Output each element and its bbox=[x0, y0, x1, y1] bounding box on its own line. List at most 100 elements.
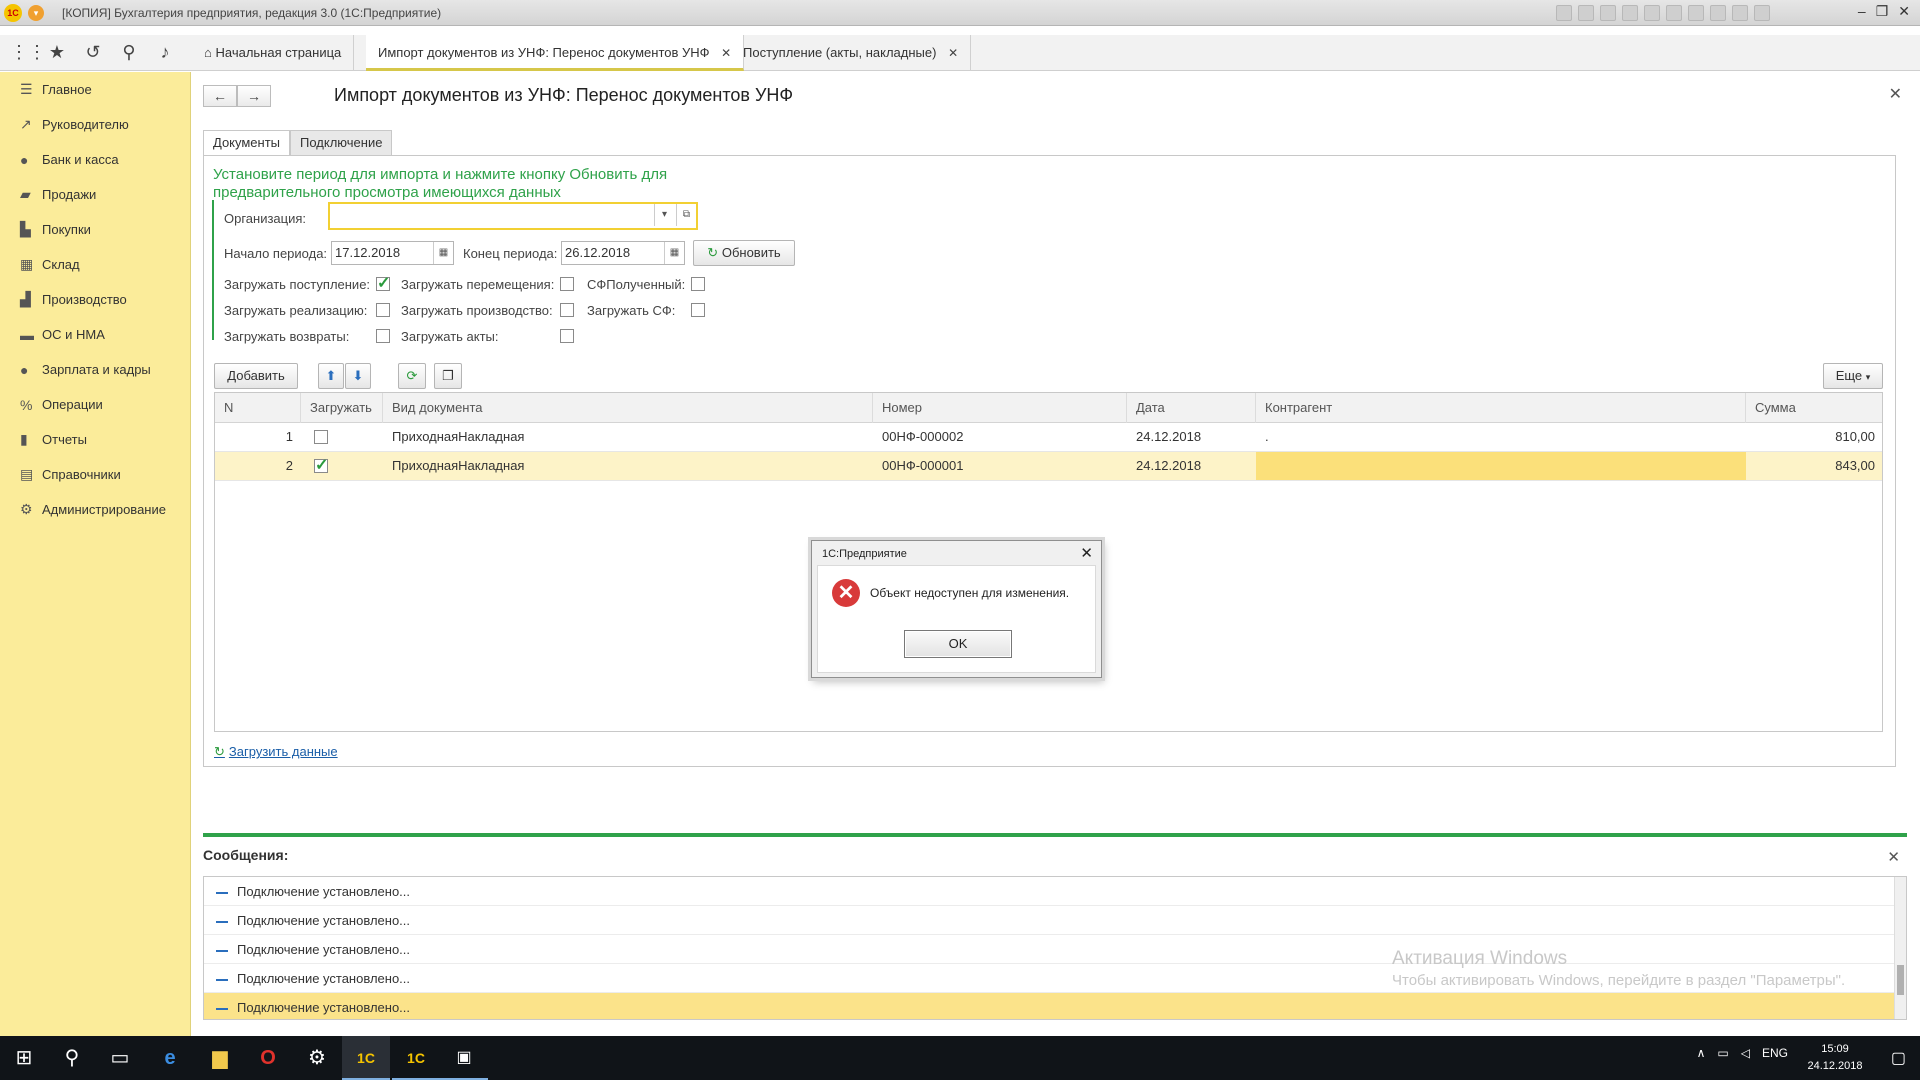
restore-icon[interactable]: ❐ bbox=[1876, 3, 1889, 20]
favorites-star-icon[interactable]: ★ bbox=[46, 41, 68, 63]
dialog-close-icon[interactable]: ✕ bbox=[1080, 544, 1093, 562]
clock[interactable]: 15:09 24.12.2018 bbox=[1800, 1041, 1870, 1075]
col-date[interactable]: Дата bbox=[1127, 393, 1256, 423]
messages-scrollbar[interactable] bbox=[1894, 877, 1906, 1019]
link-icon[interactable] bbox=[1600, 5, 1616, 21]
load-returns-checkbox[interactable] bbox=[376, 329, 390, 343]
sidebar-item-purchases[interactable]: ▙ Покупки bbox=[0, 212, 190, 247]
load-acts-checkbox[interactable] bbox=[560, 329, 574, 343]
col-doc-type[interactable]: Вид документа bbox=[383, 393, 873, 423]
calendar-icon[interactable]: ▦ bbox=[433, 242, 453, 264]
sidebar-item-sales[interactable]: ▰ Продажи bbox=[0, 177, 190, 212]
open-icon[interactable]: ⧉ bbox=[676, 204, 696, 226]
period-start-field[interactable]: 17.12.2018 ▦ bbox=[331, 241, 454, 265]
file-explorer-icon[interactable]: ▆ bbox=[196, 1036, 244, 1080]
col-counterparty[interactable]: Контрагент bbox=[1256, 393, 1746, 423]
tray-chevron-icon[interactable]: ∧ bbox=[1697, 1046, 1706, 1060]
volume-icon[interactable]: ◁ bbox=[1741, 1046, 1750, 1060]
save-icon[interactable] bbox=[1556, 5, 1572, 21]
windows-start-icon[interactable]: ⊞ bbox=[0, 1036, 48, 1080]
sidebar-item-admin[interactable]: ⚙ Администрирование bbox=[0, 492, 190, 527]
sidebar-item-reports[interactable]: ▮ Отчеты bbox=[0, 422, 190, 457]
sidebar-item-production[interactable]: ▟ Производство bbox=[0, 282, 190, 317]
list-item[interactable]: Подключение установлено... bbox=[204, 906, 1906, 935]
copy-icon[interactable]: ❐ bbox=[434, 363, 462, 389]
zoom-icon[interactable] bbox=[1710, 5, 1726, 21]
edge-icon[interactable]: e bbox=[146, 1036, 194, 1080]
table-row[interactable]: 2 ПриходнаяНакладная 00НФ-000001 24.12.2… bbox=[215, 452, 1882, 481]
tab-documents[interactable]: Документы bbox=[203, 130, 291, 156]
apps-grid-icon[interactable]: ⋮⋮ bbox=[10, 41, 46, 63]
refresh-button[interactable]: ↻ Обновить bbox=[693, 240, 795, 266]
table-row[interactable]: 1 ПриходнаяНакладная 00НФ-000002 24.12.2… bbox=[215, 423, 1882, 452]
onec-app-icon-2[interactable]: 1С bbox=[392, 1036, 440, 1080]
list-item[interactable]: Подключение установлено... bbox=[204, 935, 1906, 964]
opera-icon[interactable]: O bbox=[244, 1036, 292, 1080]
add-button[interactable]: Добавить bbox=[214, 363, 298, 389]
sidebar-item-salary[interactable]: ● Зарплата и кадры bbox=[0, 352, 190, 387]
terminal-icon[interactable]: ▣ bbox=[440, 1036, 488, 1080]
move-down-icon[interactable]: ⬇ bbox=[345, 363, 371, 389]
col-sum[interactable]: Сумма bbox=[1746, 393, 1883, 423]
upload-icon[interactable] bbox=[1622, 5, 1638, 21]
sidebar-item-operations[interactable]: % Операции bbox=[0, 387, 190, 422]
sidebar-item-bank[interactable]: ● Банк и касса bbox=[0, 142, 190, 177]
dropdown-icon[interactable]: ▾ bbox=[654, 204, 674, 226]
task-view-icon[interactable]: ▭ bbox=[96, 1036, 144, 1080]
panels-icon[interactable] bbox=[1732, 5, 1748, 21]
calculator-icon[interactable] bbox=[1666, 5, 1682, 21]
history-icon[interactable]: ↺ bbox=[82, 41, 104, 63]
load-data-link[interactable]: ↻ Загрузить данные bbox=[214, 744, 338, 760]
print-icon[interactable] bbox=[1578, 5, 1594, 21]
sidebar-item-director[interactable]: ↗ Руководителю bbox=[0, 107, 190, 142]
bell-icon[interactable]: ♪ bbox=[154, 41, 176, 63]
refresh-list-icon[interactable]: ⟳ bbox=[398, 363, 426, 389]
ok-button[interactable]: OK bbox=[904, 630, 1012, 658]
tab-close-icon[interactable]: ✕ bbox=[721, 46, 731, 60]
load-production-checkbox[interactable] bbox=[560, 303, 574, 317]
list-item[interactable]: Подключение установлено... bbox=[204, 993, 1906, 1019]
sidebar-item-main[interactable]: ☰ Главное bbox=[0, 72, 190, 107]
sidebar-item-references[interactable]: ▤ Справочники bbox=[0, 457, 190, 492]
back-button[interactable]: ← bbox=[203, 85, 237, 107]
tab-connection[interactable]: Подключение bbox=[290, 130, 393, 156]
tab-close-icon[interactable]: ✕ bbox=[948, 46, 958, 60]
copy-icon[interactable] bbox=[1644, 5, 1660, 21]
move-up-icon[interactable]: ⬆ bbox=[318, 363, 344, 389]
load-sf-checkbox[interactable] bbox=[691, 303, 705, 317]
sf-received-checkbox[interactable] bbox=[691, 277, 705, 291]
load-receipts-checkbox[interactable] bbox=[376, 273, 390, 293]
sidebar-item-warehouse[interactable]: ▦ Склад bbox=[0, 247, 190, 282]
messages-close-icon[interactable]: ✕ bbox=[1887, 848, 1900, 866]
col-load[interactable]: Загружать bbox=[301, 393, 383, 423]
sidebar-item-assets[interactable]: ▬ ОС и НМА bbox=[0, 317, 190, 352]
tab-home[interactable]: ⌂ Начальная страница bbox=[192, 35, 355, 71]
scrollbar-thumb[interactable] bbox=[1897, 965, 1904, 995]
forward-button[interactable]: → bbox=[237, 85, 271, 107]
col-n[interactable]: N bbox=[215, 393, 301, 423]
organization-field[interactable]: ▾ ⧉ bbox=[328, 202, 698, 230]
form-close-icon[interactable]: ✕ bbox=[1889, 84, 1902, 104]
period-end-field[interactable]: 26.12.2018 ▦ bbox=[561, 241, 685, 265]
search-icon[interactable]: ⚲ bbox=[48, 1036, 96, 1080]
tab-import[interactable]: Импорт документов из УНФ: Перенос докуме… bbox=[366, 35, 745, 71]
onec-app-icon[interactable]: 1С bbox=[342, 1036, 390, 1080]
calendar-icon[interactable]: ▦ bbox=[664, 242, 684, 264]
notification-icon[interactable]: ▢ bbox=[1891, 1048, 1906, 1068]
list-item[interactable]: Подключение установлено... bbox=[204, 877, 1906, 906]
row-load-checkbox[interactable] bbox=[314, 455, 328, 475]
load-sales-checkbox[interactable] bbox=[376, 303, 390, 317]
search-icon[interactable]: ⚲ bbox=[118, 41, 140, 63]
minimize-icon[interactable]: – bbox=[1858, 3, 1866, 20]
network-icon[interactable]: ▭ bbox=[1717, 1046, 1728, 1060]
col-number[interactable]: Номер bbox=[873, 393, 1127, 423]
row-load-checkbox[interactable] bbox=[314, 430, 328, 444]
calendar-icon[interactable] bbox=[1688, 5, 1704, 21]
info-icon[interactable] bbox=[1754, 5, 1770, 21]
settings-gear-icon[interactable]: ⚙ bbox=[293, 1036, 341, 1080]
app-menu-icon[interactable]: ▾ bbox=[28, 5, 44, 21]
tab-receipts[interactable]: Поступление (акты, накладные) ✕ bbox=[731, 35, 972, 71]
language-indicator[interactable]: ENG bbox=[1762, 1046, 1788, 1060]
more-button[interactable]: Еще ▾ bbox=[1823, 363, 1883, 389]
load-transfers-checkbox[interactable] bbox=[560, 277, 574, 291]
